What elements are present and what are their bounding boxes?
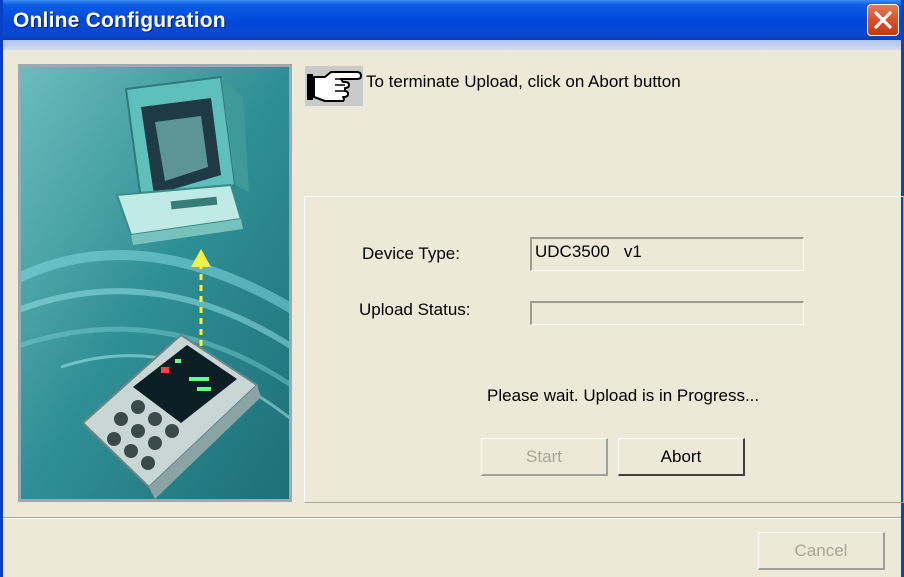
device-type-field: UDC3500 v1 (530, 237, 804, 271)
footer-divider-highlight (3, 518, 901, 519)
close-button[interactable] (867, 4, 899, 36)
device-type-label: Device Type: (362, 244, 460, 263)
abort-button[interactable]: Abort (618, 438, 745, 476)
title-bar[interactable]: Online Configuration (3, 0, 901, 40)
upload-illustration (18, 64, 292, 502)
window-title: Online Configuration (13, 9, 226, 32)
pointing-hand-icon (305, 66, 363, 106)
computer-icon (115, 75, 249, 245)
hint-text: To terminate Upload, click on Abort butt… (366, 72, 681, 91)
close-icon (874, 11, 892, 29)
upload-progress-message: Please wait. Upload is in Progress... (487, 386, 760, 405)
upload-status-label: Upload Status: (359, 300, 471, 319)
header-band (3, 40, 901, 50)
dialog-window: Online Configuration To terminate Upload… (0, 0, 904, 577)
upload-status-field (530, 301, 804, 325)
cancel-button[interactable]: Cancel (758, 532, 885, 570)
start-button[interactable]: Start (481, 438, 608, 476)
